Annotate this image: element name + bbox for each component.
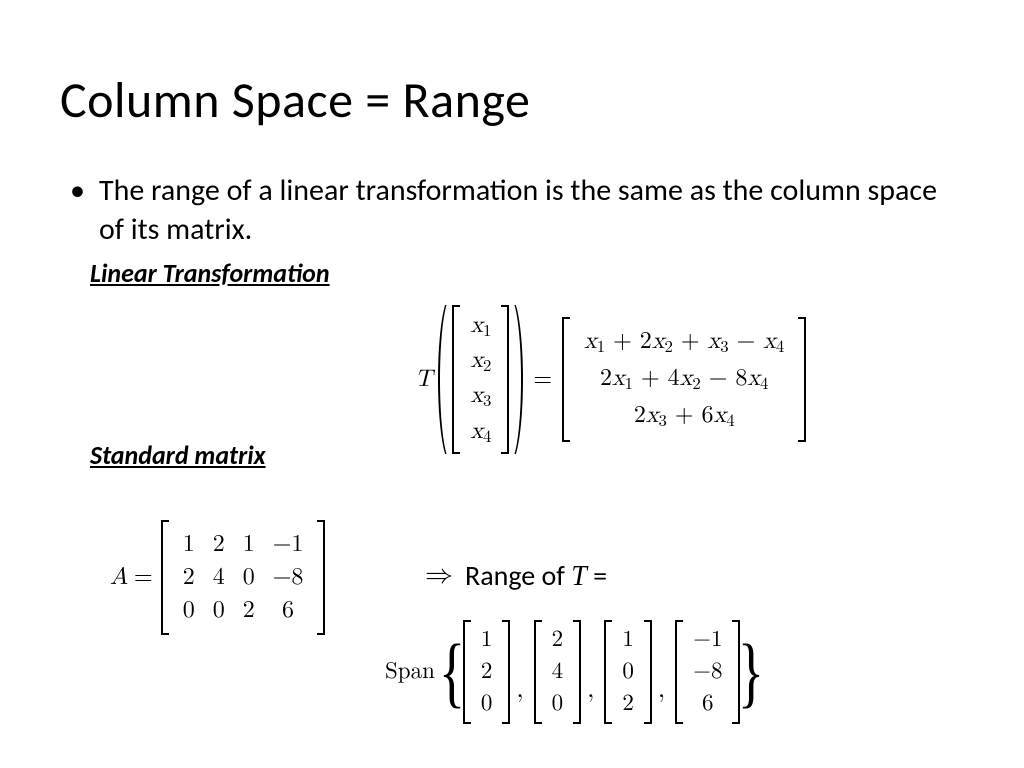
math-cell: 0 <box>622 658 634 686</box>
math-cell: 0 <box>213 596 225 625</box>
math-cell: 6 <box>282 596 294 625</box>
comma: , <box>516 675 523 724</box>
math-cell: 0 <box>552 690 564 718</box>
comma: , <box>587 675 594 724</box>
A-label: A <box>110 563 128 592</box>
math-cell: x2 <box>470 346 491 377</box>
equation-standard-matrix: A = 1 2 1 −1 2 4 0 −8 0 0 2 6 <box>110 520 325 635</box>
math-expr: x1 + 2x2 + x3 − x4 <box>584 327 784 358</box>
A-matrix: 1 2 1 −1 2 4 0 −8 0 0 2 6 <box>161 520 326 635</box>
curly-brace-group: { 1 2 0 , 2 4 0 <box>443 620 761 724</box>
math-cell: 1 <box>481 626 493 654</box>
math-cell: −8 <box>273 563 304 592</box>
span-vector: 1 2 0 <box>463 620 511 724</box>
math-expr: 2x1 + 4x2 − 8x4 <box>600 364 769 395</box>
math-cell: 0 <box>481 690 493 718</box>
span-vector: 2 4 0 <box>534 620 582 724</box>
equation-span: Span { 1 2 0 , 2 4 <box>385 620 760 724</box>
math-cell: 2 <box>243 596 255 625</box>
math-cell: 1 <box>183 530 195 559</box>
equation-transformation: T x1 x2 x3 x4 = x1 + <box>415 305 806 454</box>
left-brace-icon: { <box>446 620 459 724</box>
span-vector: −1 −8 6 <box>675 620 740 724</box>
math-cell: 1 <box>622 626 634 654</box>
span-vector: 1 0 2 <box>604 620 652 724</box>
x-vector-matrix: x1 x2 x3 x4 <box>452 305 509 454</box>
math-cell: 1 <box>243 530 255 559</box>
T-label: T <box>415 365 432 394</box>
span-label: Span <box>385 658 435 686</box>
math-cell: 2 <box>552 626 564 654</box>
math-cell: 6 <box>702 690 714 718</box>
comma: , <box>658 675 665 724</box>
equals-sign: = <box>533 365 552 394</box>
slide: Column Space = Range • The range of a li… <box>0 0 1024 768</box>
bullet-text: The range of a linear transformation is … <box>99 171 964 249</box>
bullet-dot-icon: • <box>70 171 85 210</box>
right-brace-icon: } <box>745 620 758 724</box>
paren-group: x1 x2 x3 x4 <box>438 305 523 454</box>
math-cell: −1 <box>273 530 304 559</box>
subheading-linear-transformation: Linear Transformation <box>90 257 964 289</box>
math-cell: 2 <box>481 658 493 686</box>
right-paren-icon <box>511 305 523 454</box>
range-of-T-label: Range of T = <box>465 558 607 593</box>
implies-arrow-icon: ⇒ <box>425 558 453 592</box>
math-cell: 4 <box>213 563 225 592</box>
equals-sign: = <box>134 563 153 592</box>
math-cell: −1 <box>693 626 722 654</box>
math-cell: x1 <box>470 311 491 342</box>
math-cell: 0 <box>243 563 255 592</box>
math-cell: −8 <box>693 658 722 686</box>
left-paren-icon <box>438 305 450 454</box>
slide-title: Column Space = Range <box>60 70 964 131</box>
math-cell: x3 <box>470 381 491 412</box>
rhs-vector-matrix: x1 + 2x2 + x3 − x4 2x1 + 4x2 − 8x4 2x3 +… <box>562 317 806 443</box>
math-cell: 2 <box>622 690 634 718</box>
math-cell: 2 <box>183 563 195 592</box>
math-cell: 4 <box>552 658 564 686</box>
math-cell: 0 <box>183 596 195 625</box>
math-expr: 2x3 + 6x4 <box>634 401 735 432</box>
math-cell: 2 <box>213 530 225 559</box>
math-cell: x4 <box>470 417 491 448</box>
bullet-item: • The range of a linear transformation i… <box>70 171 964 249</box>
